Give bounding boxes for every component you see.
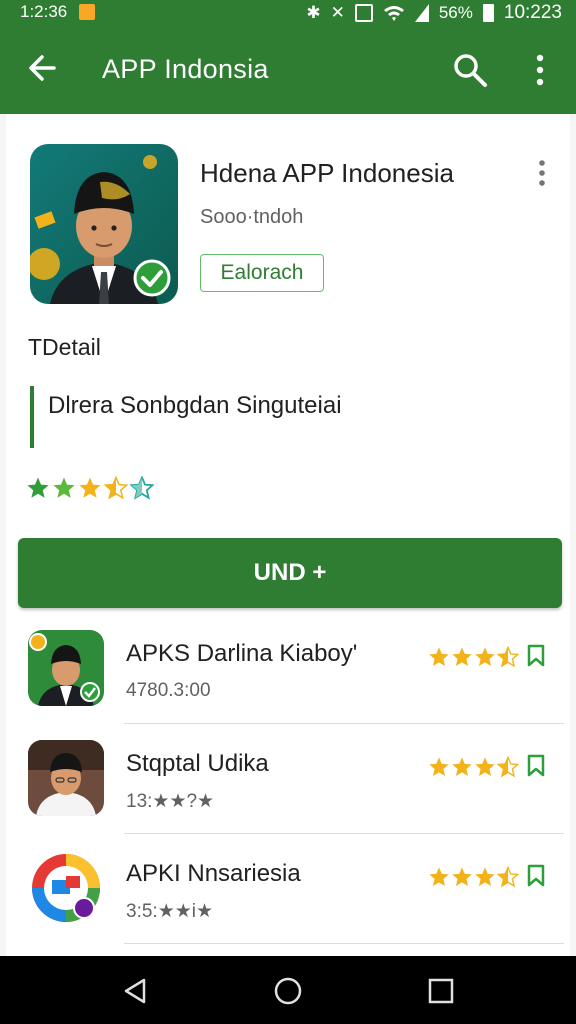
related-apps-list: APKS Darlina Kiaboy' 4780.3:00 Stqptal U…	[6, 614, 570, 944]
vibrate-icon	[354, 4, 373, 22]
star-outline-icon	[130, 476, 154, 500]
app-name: Hdena APP Indonesia	[200, 158, 454, 188]
nav-home-icon[interactable]	[273, 976, 303, 1006]
list-item-name: Stqptal Udika	[126, 750, 269, 777]
star-icon	[475, 647, 495, 666]
battery-icon	[482, 4, 494, 22]
list-item-name: APKI Nnsariesia	[126, 860, 301, 887]
star-half-icon	[497, 866, 519, 888]
install-button[interactable]: UND +	[18, 538, 562, 608]
bookmark-icon[interactable]	[526, 864, 546, 888]
star-icon	[475, 867, 495, 886]
status-bar: 1:2:36 ✱ ✕ 56% 10:223	[0, 0, 576, 26]
star-icon	[53, 477, 75, 498]
app-bar: APP Indonsia	[0, 26, 576, 114]
star-icon	[79, 477, 101, 498]
portrait-white-icon	[28, 740, 104, 816]
list-item[interactable]: APKS Darlina Kiaboy' 4780.3:00	[6, 614, 570, 724]
search-icon[interactable]	[450, 50, 490, 90]
star-icon	[452, 757, 472, 776]
description-text: Dlrera Sonbgdan Singuteiai	[48, 392, 342, 419]
portrait-green-icon	[28, 630, 104, 706]
cell-signal-icon	[414, 4, 429, 22]
navigation-bar	[0, 956, 576, 1024]
description-accent-bar	[30, 386, 34, 448]
app-bar-title: APP Indonsia	[102, 54, 269, 84]
more-vert-icon[interactable]	[534, 158, 550, 188]
star-icon	[429, 647, 449, 666]
list-item-stars	[428, 646, 519, 668]
wifi-icon	[383, 6, 404, 21]
star-icon	[475, 757, 495, 776]
category-badge[interactable]: Ealorach	[200, 254, 324, 292]
rating-stars	[26, 476, 154, 500]
nav-back-icon[interactable]	[120, 976, 150, 1006]
back-arrow-icon[interactable]	[24, 48, 64, 88]
star-half-icon	[104, 476, 128, 500]
star-icon	[27, 477, 49, 498]
list-item[interactable]: APKI Nnsariesia 3:5:★★i★	[6, 834, 570, 944]
official-portrait-icon[interactable]	[30, 144, 178, 304]
app-detail-card: Hdena APP Indonesia Sooo·tndoh Ealorach …	[6, 114, 570, 956]
bookmark-icon[interactable]	[526, 754, 546, 778]
notification-icon	[79, 4, 96, 20]
list-item-sub: 4780.3:00	[126, 680, 211, 701]
colorful-app-icon	[28, 850, 104, 926]
app-developer[interactable]: Sooo·tndoh	[200, 206, 303, 229]
star-half-icon	[497, 646, 519, 668]
status-time-left: 1:2:36	[20, 2, 68, 21]
nav-recents-icon[interactable]	[426, 976, 456, 1006]
more-vert-icon[interactable]	[528, 50, 552, 90]
detail-heading: TDetail	[28, 334, 101, 360]
list-item-name: APKS Darlina Kiaboy'	[126, 640, 358, 667]
star-icon	[429, 867, 449, 886]
list-item-stars	[428, 756, 519, 778]
list-item-sub: 3:5:★★i★	[126, 901, 214, 922]
bookmark-icon[interactable]	[526, 644, 546, 668]
list-item-sub: 13:★★?★	[126, 791, 215, 812]
battery-percent: 56%	[438, 3, 473, 22]
bluetooth-icon: ✱	[306, 3, 321, 22]
star-icon	[452, 647, 472, 666]
list-item[interactable]: Stqptal Udika 13:★★?★	[6, 724, 570, 834]
star-half-icon	[497, 756, 519, 778]
star-icon	[452, 867, 472, 886]
signal-off-icon: ✕	[330, 3, 345, 22]
status-time-right: 10:223	[503, 2, 562, 23]
list-item-stars	[428, 866, 519, 888]
divider	[124, 943, 564, 944]
star-icon	[429, 757, 449, 776]
